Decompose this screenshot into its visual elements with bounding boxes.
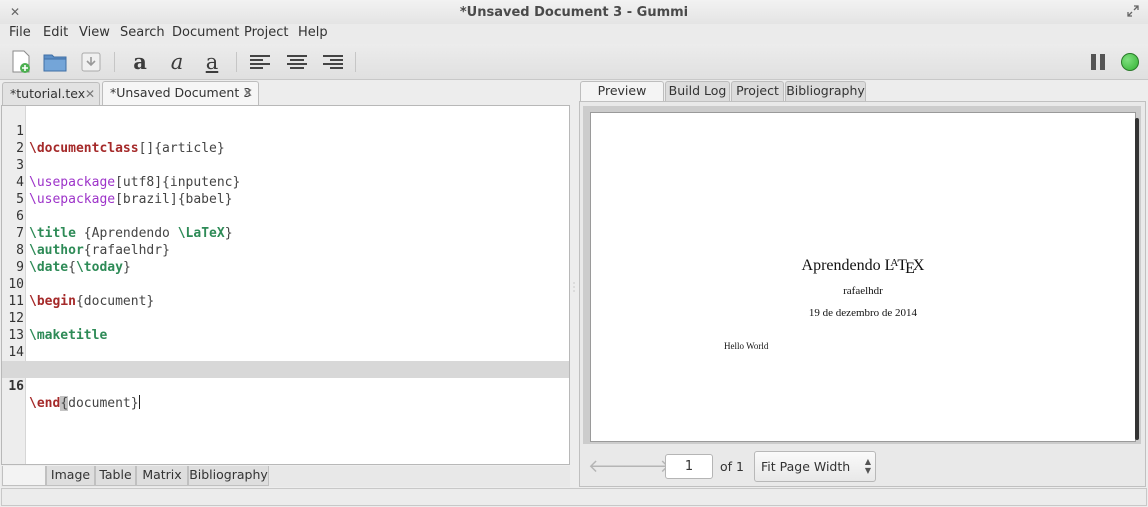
code-line: 2 — [2, 123, 569, 156]
bold-icon[interactable]: a — [128, 50, 152, 74]
menu-help[interactable]: Help — [298, 25, 328, 40]
save-icon[interactable] — [79, 50, 103, 74]
close-icon[interactable]: ✕ — [85, 83, 95, 105]
open-folder-icon[interactable] — [43, 50, 67, 74]
previous-page-icon[interactable]: 🡐 — [588, 457, 636, 477]
pause-compile-icon[interactable] — [1086, 50, 1110, 74]
align-right-icon[interactable] — [321, 50, 345, 74]
tab-image[interactable]: Image — [46, 466, 95, 486]
code-line: 5 — [2, 174, 569, 207]
align-center-icon[interactable] — [285, 50, 309, 74]
maximize-window-icon[interactable] — [1126, 5, 1140, 19]
code-line: 9 — [2, 242, 569, 275]
code-line: 15 — [2, 344, 569, 377]
tab-bibliography[interactable]: Bibliography — [188, 466, 269, 486]
underline-letter: a — [205, 50, 219, 74]
tab-unsaved-document-3[interactable]: *Unsaved Document 3 ✕ — [102, 81, 259, 106]
code-line-current: 16 \end{document} — [2, 361, 569, 411]
next-page-icon[interactable]: 🡒 — [622, 457, 670, 477]
code-line: 8 \date{\today} — [2, 225, 569, 275]
editor-tab-bar: *tutorial.tex ✕ *Unsaved Document 3 ✕ — [0, 80, 571, 106]
document-body-text: Hello World — [724, 341, 769, 351]
text-cursor — [138, 395, 140, 409]
tab-project[interactable]: Project — [731, 81, 784, 101]
tab-label: *Unsaved Document 3 — [110, 85, 252, 100]
tab-tutorial-tex[interactable]: *tutorial.tex ✕ — [2, 82, 100, 106]
document-author: rafaelhdr — [843, 285, 883, 297]
toolbar-separator — [114, 52, 115, 72]
tab-blank[interactable] — [2, 466, 46, 486]
code-line: 4 \usepackage[brazil]{babel} — [2, 157, 569, 207]
italic-letter: a — [170, 50, 184, 74]
title-bar: ✕ *Unsaved Document 3 - Gummi — [0, 0, 1148, 24]
tab-preview-pane[interactable]: Preview Pane — [580, 81, 664, 116]
latex-logo: LATEX — [884, 257, 925, 277]
code-line: 10 \begin{document} — [2, 259, 569, 309]
menu-document[interactable]: Document — [172, 25, 239, 40]
code-line: 7 \author{rafaelhdr} — [2, 208, 569, 258]
menu-view[interactable]: View — [79, 25, 110, 40]
menu-file[interactable]: File — [9, 25, 31, 40]
tab-matrix[interactable]: Matrix — [136, 466, 188, 486]
align-left-icon[interactable] — [248, 50, 272, 74]
toolbar-separator — [236, 52, 237, 72]
tab-label: *tutorial.tex — [10, 86, 86, 101]
menu-search[interactable]: Search — [120, 25, 165, 40]
code-line: 1 \documentclass[]{article} — [2, 106, 569, 156]
document-title: Aprendendo LATEX — [801, 257, 925, 277]
code-line: 12 \maketitle — [2, 293, 569, 343]
code-line: 11 — [2, 276, 569, 309]
code-line: 6 \title {Aprendendo \LaTeX} — [2, 191, 569, 241]
underline-icon[interactable]: a — [200, 50, 224, 74]
new-document-icon[interactable] — [9, 50, 33, 74]
page-count-label: of 1 — [720, 459, 744, 474]
pane-splitter-handle[interactable]: · · · — [571, 280, 577, 296]
italic-icon[interactable]: a — [165, 50, 189, 74]
zoom-value: Fit Page Width — [761, 459, 851, 474]
document-date: 19 de dezembro de 2014 — [808, 307, 918, 319]
close-icon[interactable]: ✕ — [243, 82, 253, 104]
bold-letter: a — [133, 49, 147, 74]
compile-status-icon — [1118, 50, 1142, 74]
page-number-input[interactable]: 1 — [665, 454, 713, 479]
menu-bar: File Edit View Search Document Project H… — [0, 24, 1148, 44]
toolbar-separator — [355, 52, 356, 72]
tab-bibliography-preview[interactable]: Bibliography — [785, 81, 866, 101]
menu-project[interactable]: Project — [244, 25, 288, 40]
select-arrows-icon: ▲ ▼ — [864, 457, 871, 475]
pdf-page: Aprendendo LATEX rafaelhdr 19 de dezembr… — [590, 112, 1136, 442]
window-title: *Unsaved Document 3 - Gummi — [459, 5, 689, 20]
toolbar: a a a — [0, 44, 1148, 80]
code-line: 3 \usepackage[utf8]{inputenc} — [2, 140, 569, 190]
bottom-tab-bar: Image Table Matrix Bibliography — [1, 466, 570, 487]
line-number: 16 — [8, 379, 24, 394]
code-editor[interactable]: 1 \documentclass[]{article} 2 3 \usepack… — [1, 105, 570, 465]
code-line: 13 — [2, 310, 569, 343]
code-line: 14 Hello World — [2, 327, 569, 377]
menu-edit[interactable]: Edit — [43, 25, 68, 40]
tab-table[interactable]: Table — [95, 466, 136, 486]
zoom-select[interactable]: Fit Page Width ▲ ▼ — [754, 451, 876, 482]
tab-build-log[interactable]: Build Log — [665, 81, 730, 101]
preview-scrollbar[interactable] — [1135, 118, 1139, 440]
close-window-icon[interactable]: ✕ — [8, 5, 22, 19]
status-bar — [1, 488, 1147, 506]
